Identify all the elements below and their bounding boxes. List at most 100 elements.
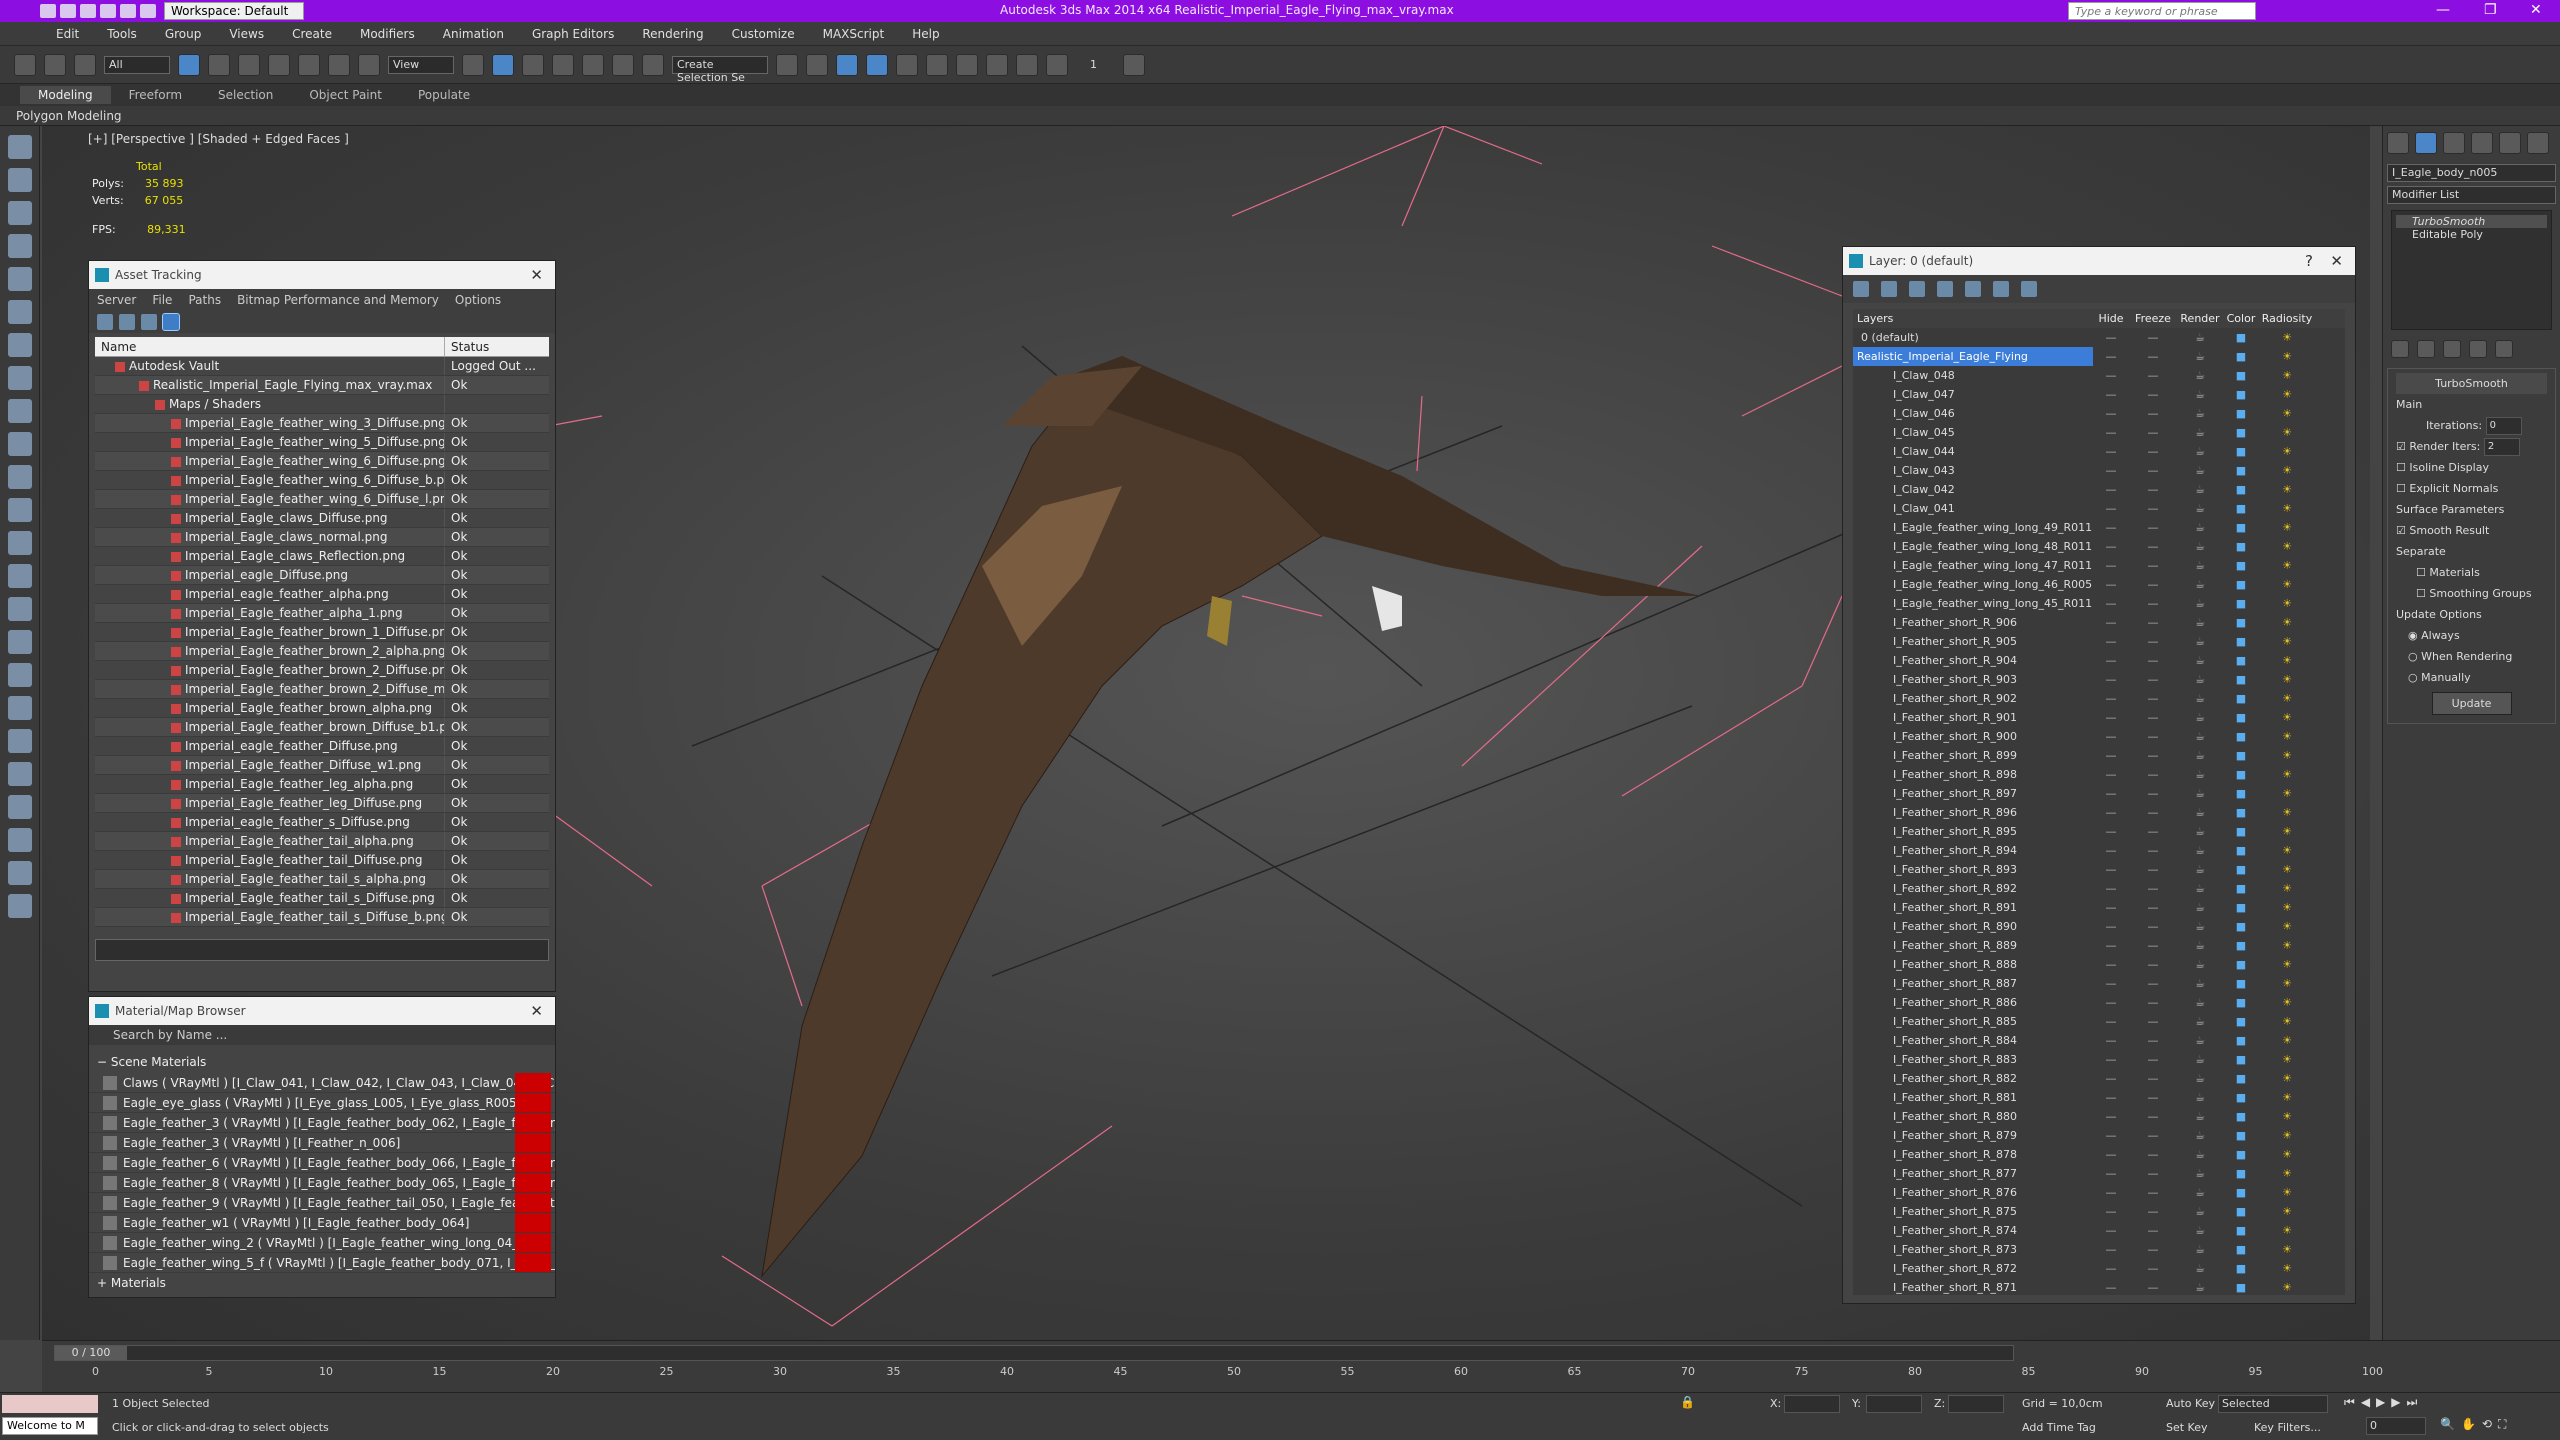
color-swatch[interactable]: ■ — [2223, 518, 2259, 537]
hide-toggle[interactable]: — — [2093, 347, 2129, 366]
freeze-toggle[interactable]: — — [2129, 366, 2177, 385]
stack-turbosmooth[interactable]: TurboSmooth — [2396, 215, 2547, 228]
hide-toggle[interactable]: — — [2093, 708, 2129, 727]
color-swatch[interactable]: ■ — [2223, 1278, 2259, 1295]
color-swatch[interactable]: ■ — [2223, 898, 2259, 917]
hide-toggle[interactable]: — — [2093, 841, 2129, 860]
col-hide[interactable]: Hide — [2093, 309, 2129, 328]
freeze-toggle[interactable]: — — [2129, 936, 2177, 955]
hide-toggle[interactable]: — — [2093, 1259, 2129, 1278]
iterations-spinner[interactable]: 0 — [2485, 417, 2522, 435]
object-row[interactable]: I_Feather_short_R_902— — ☕ ■ ☀ — [1853, 689, 2345, 708]
object-row[interactable]: I_Feather_short_R_876— — ☕ ■ ☀ — [1853, 1183, 2345, 1202]
object-row[interactable]: I_Feather_short_R_884— — ☕ ■ ☀ — [1853, 1031, 2345, 1050]
freeze-toggle[interactable]: — — [2129, 1278, 2177, 1295]
radiosity-icon[interactable]: ☀ — [2259, 1164, 2315, 1183]
asset-row[interactable]: Imperial_Eagle_claws_Reflection.png Ok — [95, 547, 549, 566]
radiosity-icon[interactable]: ☀ — [2259, 765, 2315, 784]
radiosity-icon[interactable]: ☀ — [2259, 1031, 2315, 1050]
menu-animation[interactable]: Animation — [443, 27, 504, 41]
radiosity-icon[interactable]: ☀ — [2259, 442, 2315, 461]
render-teapot-icon[interactable]: ☕ — [2177, 575, 2223, 594]
freeze-toggle[interactable]: — — [2129, 1069, 2177, 1088]
object-row[interactable]: I_Feather_short_R_873— — ☕ ■ ☀ — [1853, 1240, 2345, 1259]
color-swatch[interactable]: ■ — [2223, 1240, 2259, 1259]
save-file-icon[interactable] — [80, 4, 96, 18]
radiosity-icon[interactable]: ☀ — [2259, 974, 2315, 993]
render-teapot-icon[interactable]: ☕ — [2177, 632, 2223, 651]
render-teapot-icon[interactable]: ☕ — [2177, 1240, 2223, 1259]
hide-toggle[interactable]: — — [2093, 1012, 2129, 1031]
tab-selection[interactable]: Selection — [200, 86, 291, 104]
hide-toggle[interactable]: — — [2093, 993, 2129, 1012]
spinner-snap-icon[interactable] — [612, 53, 634, 76]
target-icon[interactable] — [7, 597, 32, 621]
render-teapot-icon[interactable]: ☕ — [2177, 689, 2223, 708]
named-selection-dropdown[interactable]: Create Selection Se — [672, 55, 768, 84]
freeze-toggle[interactable]: — — [2129, 841, 2177, 860]
render-production-icon[interactable] — [1046, 53, 1068, 76]
menu-file[interactable]: File — [152, 289, 172, 311]
color-swatch[interactable]: ■ — [2223, 480, 2259, 499]
render-teapot-icon[interactable]: ☕ — [2177, 1088, 2223, 1107]
hide-toggle[interactable]: — — [2093, 1069, 2129, 1088]
material-item[interactable]: Eagle_feather_wing_2 ( VRayMtl ) [I_Eagl… — [89, 1233, 555, 1253]
radiosity-icon[interactable]: ☀ — [2259, 708, 2315, 727]
minimize-icon[interactable]: — — [2436, 2, 2450, 18]
hide-toggle[interactable]: — — [2093, 1183, 2129, 1202]
render-teapot-icon[interactable]: ☕ — [2177, 879, 2223, 898]
object-row[interactable]: I_Feather_short_R_889— — ☕ ■ ☀ — [1853, 936, 2345, 955]
object-row[interactable]: I_Eagle_feather_wing_long_46_R005— — ☕ ■ ☀ — [1853, 575, 2345, 594]
undo-icon[interactable] — [100, 4, 116, 18]
asset-row[interactable]: Imperial_eagle_feather_alpha.png Ok — [95, 585, 549, 604]
object-row[interactable]: I_Feather_short_R_895— — ☕ ■ ☀ — [1853, 822, 2345, 841]
close-icon[interactable]: ✕ — [2530, 2, 2542, 18]
freeze-toggle[interactable]: — — [2129, 499, 2177, 518]
color-swatch[interactable]: ■ — [2223, 575, 2259, 594]
material-search-input[interactable]: Search by Name ... — [89, 1025, 555, 1045]
maximize-viewport-icon[interactable]: ⛶ — [2498, 1417, 2506, 1432]
render-teapot-icon[interactable]: ☕ — [2177, 423, 2223, 442]
render-teapot-icon[interactable]: ☕ — [2177, 594, 2223, 613]
color-swatch[interactable]: ■ — [2223, 1221, 2259, 1240]
col-radiosity[interactable]: Radiosity — [2259, 309, 2315, 328]
color-swatch[interactable]: ■ — [2223, 537, 2259, 556]
asset-row[interactable]: Imperial_Eagle_feather_leg_alpha.png Ok — [95, 775, 549, 794]
hide-toggle[interactable]: — — [2093, 594, 2129, 613]
hide-toggle[interactable]: — — [2093, 461, 2129, 480]
material-sphere-icon[interactable] — [7, 828, 32, 852]
hide-toggle[interactable]: — — [2093, 898, 2129, 917]
render-teapot-icon[interactable]: ☕ — [2177, 898, 2223, 917]
color-swatch[interactable]: ■ — [2223, 499, 2259, 518]
cloth-icon[interactable] — [7, 762, 32, 786]
hide-toggle[interactable]: — — [2093, 385, 2129, 404]
color-swatch[interactable]: ■ — [2223, 1164, 2259, 1183]
hide-toggle[interactable]: — — [2093, 499, 2129, 518]
hide-toggle[interactable]: — — [2093, 803, 2129, 822]
create-geometry-icon[interactable] — [7, 135, 32, 159]
asset-tracking-titlebar[interactable]: Asset Tracking ✕ — [89, 261, 555, 289]
manually-radio[interactable]: ○ — [2408, 671, 2418, 684]
object-row[interactable]: I_Feather_short_R_901— — ☕ ■ ☀ — [1853, 708, 2345, 727]
hide-toggle[interactable]: — — [2093, 746, 2129, 765]
torus-icon[interactable] — [7, 498, 32, 522]
object-row[interactable]: I_Claw_044— — ☕ ■ ☀ — [1853, 442, 2345, 461]
tab-freeform[interactable]: Freeform — [111, 86, 200, 104]
color-swatch[interactable]: ■ — [2223, 917, 2259, 936]
pin-stack-icon[interactable] — [2391, 340, 2409, 358]
color-swatch[interactable]: ■ — [2223, 1126, 2259, 1145]
asset-row[interactable]: Imperial_Eagle_feather_tail_s_Diffuse_b.… — [95, 908, 549, 927]
freeze-toggle[interactable]: — — [2129, 1031, 2177, 1050]
rollout-title[interactable]: TurboSmooth — [2396, 373, 2547, 394]
color-swatch[interactable]: ■ — [2223, 613, 2259, 632]
asset-row[interactable]: Imperial_Eagle_claws_Diffuse.png Ok — [95, 509, 549, 528]
hide-toggle[interactable]: — — [2093, 537, 2129, 556]
asset-row[interactable]: Imperial_Eagle_feather_wing_3_Diffuse.pn… — [95, 414, 549, 433]
render-teapot-icon[interactable]: ☕ — [2177, 670, 2223, 689]
sphere-icon[interactable] — [7, 432, 32, 456]
render-teapot-icon[interactable]: ☕ — [2177, 1031, 2223, 1050]
color-swatch[interactable]: ■ — [2223, 784, 2259, 803]
freeze-toggle[interactable]: — — [2129, 1164, 2177, 1183]
col-freeze[interactable]: Freeze — [2129, 309, 2177, 328]
radiosity-icon[interactable]: ☀ — [2259, 461, 2315, 480]
